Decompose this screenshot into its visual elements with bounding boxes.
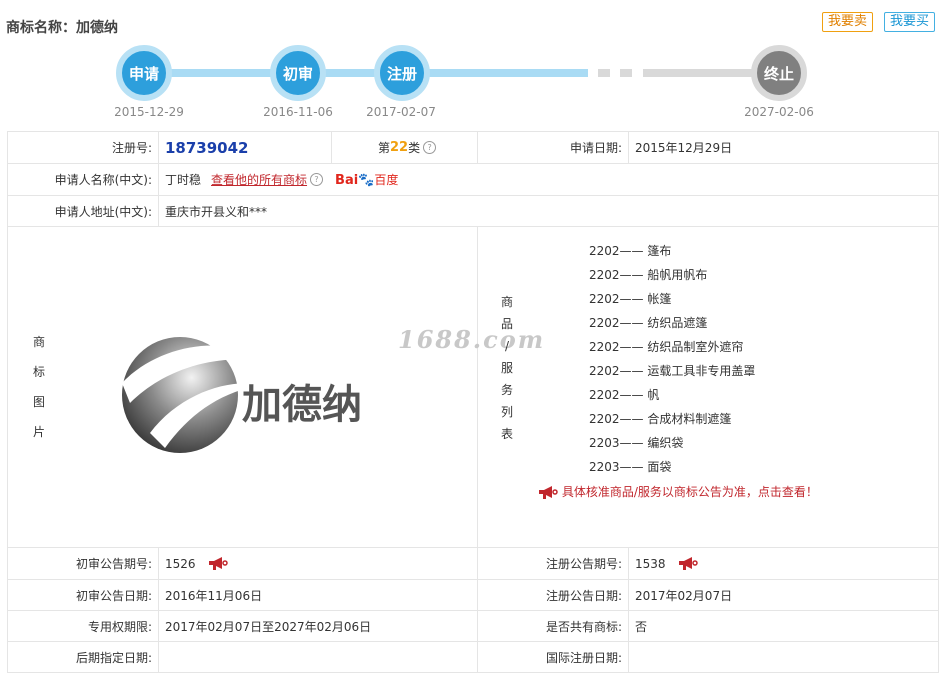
view-all-trademarks-link[interactable]: 查看他的所有商标 xyxy=(211,171,307,188)
service-item: 2202—— 合成材料制遮篷 xyxy=(589,407,755,431)
shared-value: 否 xyxy=(628,611,939,641)
address-label: 申请人地址(中文): xyxy=(7,196,158,226)
image-label: 商标图片 xyxy=(32,335,45,439)
trademark-logo: 加德纳 xyxy=(122,337,362,453)
service-item: 2202—— 船帆用帆布 xyxy=(589,263,755,287)
prelim-no-value: 1526 xyxy=(165,556,196,571)
service-code: 2202—— xyxy=(589,268,644,282)
reg-pub-no-value: 1538 xyxy=(635,556,666,571)
timeline-date-register: 2017-02-07 xyxy=(366,105,436,119)
megaphone-icon[interactable] xyxy=(678,557,698,570)
trademark-info-table: 注册号: 18739042 第 22 类 ? 申请日期: 2015年12月29日 申… xyxy=(7,131,939,673)
baidu-search-button[interactable]: Bai🐾百度 xyxy=(335,171,398,188)
timeline-date-expire: 2027-02-06 xyxy=(744,105,814,119)
class-cell: 第 22 类 ? xyxy=(331,132,477,163)
trademark-image-cell: 商标图片 加德纳 xyxy=(7,227,477,547)
timeline-progress-track xyxy=(148,69,588,77)
service-item: 2202—— 帐篷 xyxy=(589,287,755,311)
class-prefix: 第 xyxy=(378,141,391,155)
services-list: 2202—— 篷布 2202—— 船帆用帆布 2202—— 帐篷 2202—— … xyxy=(589,239,755,479)
service-item: 2202—— 篷布 xyxy=(589,239,755,263)
timeline-dash xyxy=(598,69,610,77)
sell-button[interactable]: 我要卖 xyxy=(822,12,874,32)
exclusive-period-value: 2017年02月07日至2027年02月06日 xyxy=(158,611,477,641)
service-code: 2202—— xyxy=(589,316,644,330)
reg-no-value: 18739042 xyxy=(158,132,331,163)
baidu-logo-cn: 百度 xyxy=(374,173,399,187)
service-item: 2203—— 面袋 xyxy=(589,455,755,479)
megaphone-icon xyxy=(539,486,558,499)
trademark-text: 加德纳 xyxy=(242,382,362,428)
exclusive-period-label: 专用权期限: xyxy=(7,611,158,641)
service-name: 合成材料制遮篷 xyxy=(647,412,732,426)
timeline-node-expire: 终止 xyxy=(751,45,807,101)
later-designation-value xyxy=(158,642,477,672)
baidu-paw-icon: 🐾 xyxy=(358,173,375,188)
service-code: 2202—— xyxy=(589,244,644,258)
help-icon[interactable]: ? xyxy=(423,141,437,154)
service-item: 2202—— 纺织品遮篷 xyxy=(589,311,755,335)
later-designation-label: 后期指定日期: xyxy=(7,642,158,672)
timeline-node-register: 注册 xyxy=(374,45,430,101)
intl-reg-date-label: 国际注册日期: xyxy=(477,642,628,672)
megaphone-icon[interactable] xyxy=(208,557,228,570)
reg-pub-date-value: 2017年02月07日 xyxy=(628,580,939,610)
service-item: 2202—— 纺织品制室外遮帘 xyxy=(589,335,755,359)
shared-label: 是否共有商标: xyxy=(477,611,628,641)
reg-no: 18739042 xyxy=(165,138,249,157)
service-item: 2202—— 帆 xyxy=(589,383,755,407)
prelim-date-label: 初审公告日期: xyxy=(7,580,158,610)
timeline-date-apply: 2015-12-29 xyxy=(114,105,184,119)
service-name: 纺织品遮篷 xyxy=(647,316,708,330)
help-icon[interactable]: ? xyxy=(310,173,324,186)
service-code: 2202—— xyxy=(589,388,644,402)
service-code: 2202—— xyxy=(589,412,644,426)
baidu-logo-text: Bai xyxy=(335,173,359,188)
reg-pub-date-label: 注册公告日期: xyxy=(477,580,628,610)
timeline-dash xyxy=(620,69,632,77)
service-code: 2203—— xyxy=(589,460,644,474)
prelim-no-cell: 1526 xyxy=(158,548,477,579)
service-name: 帆 xyxy=(647,388,660,402)
services-cell: 1688.com 商品 / 服务列表 2202—— 篷布 2202—— 船帆用帆布 … xyxy=(398,227,939,547)
buy-button[interactable]: 我要买 xyxy=(884,12,936,32)
service-name: 船帆用帆布 xyxy=(647,268,708,282)
service-code: 2202—— xyxy=(589,340,644,354)
announcement-notice-link[interactable]: 具体核准商品/服务以商标公告为准，点击查看！ xyxy=(538,483,818,500)
service-name: 编织袋 xyxy=(647,436,684,450)
service-item: 2203—— 编织袋 xyxy=(589,431,755,455)
reg-pub-no-cell: 1538 xyxy=(628,548,939,579)
reg-no-label: 注册号: xyxy=(7,132,158,163)
address-value: 重庆市开县义和*** xyxy=(158,196,939,226)
service-name: 帐篷 xyxy=(647,292,672,306)
reg-pub-no-label: 注册公告期号: xyxy=(477,548,628,579)
apply-date-label: 申请日期: xyxy=(477,132,628,163)
intl-reg-date-value xyxy=(628,642,939,672)
service-name: 篷布 xyxy=(647,244,672,258)
service-item: 2202—— 运载工具非专用盖罩 xyxy=(589,359,755,383)
timeline-node-apply: 申请 xyxy=(116,45,172,101)
service-code: 2202—— xyxy=(589,292,644,306)
applicant-label: 申请人名称(中文): xyxy=(7,164,158,195)
class-number: 22 xyxy=(390,140,409,155)
apply-date-value: 2015年12月29日 xyxy=(628,132,939,163)
service-name: 纺织品制室外遮帘 xyxy=(647,340,744,354)
service-name: 面袋 xyxy=(647,460,672,474)
applicant-name: 丁时稳 xyxy=(165,173,202,187)
class-suffix: 类 xyxy=(408,141,421,155)
watermark-text: 1688.com xyxy=(398,325,546,354)
applicant-cell: 丁时稳 查看他的所有商标 ? Bai🐾百度 xyxy=(158,164,939,195)
prelim-no-label: 初审公告期号: xyxy=(7,548,158,579)
page-title: 商标名称：加德纳 xyxy=(6,20,118,36)
service-code: 2202—— xyxy=(589,364,644,378)
services-label: 商品 / 服务列表 xyxy=(500,295,513,441)
timeline-node-prelim: 初审 xyxy=(270,45,326,101)
service-code: 2203—— xyxy=(589,436,644,450)
notice-text: 具体核准商品/服务以商标公告为准，点击查看！ xyxy=(561,485,818,499)
timeline-date-prelim: 2016-11-06 xyxy=(263,105,333,119)
service-name: 运载工具非专用盖罩 xyxy=(647,364,756,378)
prelim-date-value: 2016年11月06日 xyxy=(158,580,477,610)
